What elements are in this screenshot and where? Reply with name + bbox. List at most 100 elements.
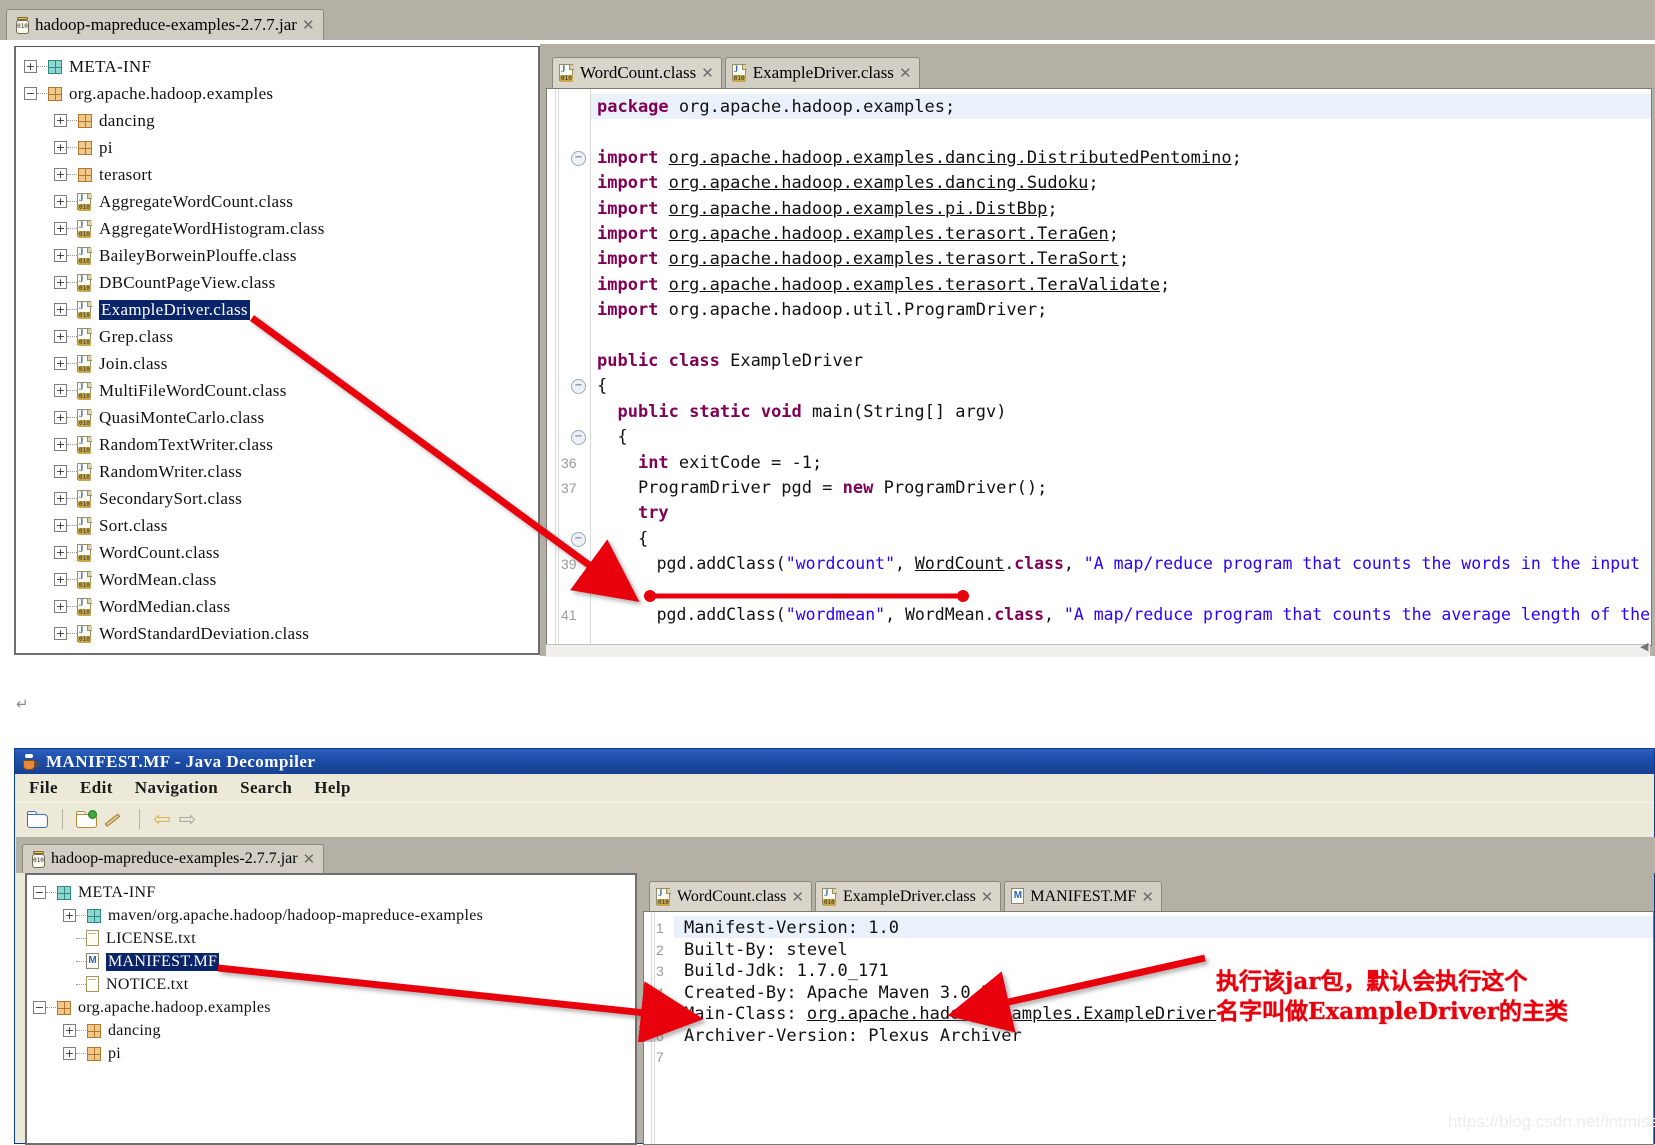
expand-icon[interactable]: + — [54, 249, 67, 262]
back-arrow-icon[interactable]: ⇦ — [153, 808, 171, 830]
expand-icon[interactable]: + — [54, 411, 67, 424]
expand-icon[interactable]: + — [54, 141, 67, 154]
menubar[interactable]: File Edit Navigation Search Help — [15, 774, 1654, 802]
tree-row[interactable]: NOTICE.txt — [33, 973, 633, 996]
close-icon[interactable]: ✕ — [1141, 888, 1154, 906]
expand-icon[interactable]: + — [54, 519, 67, 532]
tree-row[interactable]: + J 010 MultiFileWordCount.class — [24, 377, 536, 404]
open-jar-icon[interactable] — [76, 810, 98, 828]
editor-tab[interactable]: J 010 ExampleDriver.class ✕ — [724, 57, 920, 88]
expand-icon[interactable]: + — [54, 222, 67, 235]
tree-row[interactable]: − META-INF — [33, 881, 633, 904]
close-icon[interactable]: ✕ — [899, 64, 912, 82]
expand-icon[interactable]: + — [63, 909, 76, 922]
close-icon[interactable]: ✕ — [791, 888, 804, 906]
tree-row[interactable]: + dancing — [24, 107, 536, 134]
horizontal-scrollbar[interactable] — [546, 644, 1650, 657]
tree-row[interactable]: + J 010 QuasiMonteCarlo.class — [24, 404, 536, 431]
tree-row[interactable]: + J 010 DBCountPageView.class — [24, 269, 536, 296]
jar-tab-bottom[interactable]: 010 hadoop-mapreduce-examples-2.7.7.jar … — [22, 844, 325, 873]
collapse-icon[interactable]: − — [33, 1001, 46, 1014]
menu-help[interactable]: Help — [314, 778, 365, 798]
fold-toggle-icon[interactable]: − — [571, 430, 586, 446]
expand-icon[interactable]: + — [54, 330, 67, 343]
expand-icon[interactable]: + — [54, 573, 67, 586]
jar-tab[interactable]: 010 hadoop-mapreduce-examples-2.7.7.jar … — [6, 9, 324, 40]
editor-tab[interactable]: J 010 WordCount.class ✕ — [552, 57, 722, 88]
close-icon[interactable]: ✕ — [981, 888, 994, 906]
expand-icon[interactable]: + — [54, 384, 67, 397]
expand-icon[interactable]: + — [54, 195, 67, 208]
manifest-code-area[interactable]: 1 Manifest-Version: 1.0 2 Built-By: stevel 3… — [643, 911, 1654, 1145]
expand-icon[interactable]: + — [63, 1047, 76, 1060]
expand-icon[interactable]: + — [54, 600, 67, 613]
top-code-area[interactable]: package org.apache.hadoop.examples; − impo… — [546, 88, 1652, 646]
tree-item-label: NOTICE.txt — [106, 975, 189, 993]
tree-row[interactable]: − org.apache.hadoop.examples — [33, 996, 633, 1019]
tree-row[interactable]: + J 010 WordMean.class — [24, 566, 536, 593]
fold-toggle-icon[interactable]: − — [571, 379, 586, 395]
tree-row[interactable]: + J 010 SecondarySort.class — [24, 485, 536, 512]
expand-icon[interactable]: + — [54, 114, 67, 127]
tree-connector — [67, 282, 77, 283]
tree-row[interactable]: + J 010 RandomWriter.class — [24, 458, 536, 485]
scroll-right-arrow[interactable]: ◀ — [1640, 640, 1652, 653]
tree-row[interactable]: + J 010 Grep.class — [24, 323, 536, 350]
close-icon[interactable]: ✕ — [303, 850, 316, 868]
expand-icon[interactable]: + — [63, 1024, 76, 1037]
tree-row[interactable]: + J 010 BaileyBorweinPlouffe.class — [24, 242, 536, 269]
menu-search[interactable]: Search — [240, 778, 306, 798]
expand-icon[interactable]: + — [54, 357, 67, 370]
tree-row[interactable]: LICENSE.txt — [33, 927, 633, 950]
tree-row[interactable]: + dancing — [33, 1019, 633, 1042]
top-tree-panel[interactable]: + META-INF − org.apache.hadoop.examples + dan… — [14, 46, 540, 655]
expand-icon[interactable]: + — [54, 546, 67, 559]
tree-row[interactable]: + J 010 ExampleDriver.class — [24, 296, 536, 323]
tree-connector — [46, 1007, 56, 1008]
tree-row[interactable]: + J 010 Join.class — [24, 350, 536, 377]
editor-tab[interactable]: J 010 ExampleDriver.class ✕ — [814, 881, 1002, 911]
tree-row[interactable]: M MANIFEST.MF — [33, 950, 633, 973]
expand-icon[interactable]: + — [54, 627, 67, 640]
bottom-tree-panel[interactable]: − META-INF + maven/org.apache.hadoop/hadoop… — [25, 873, 637, 1145]
tree-row[interactable]: − org.apache.hadoop.examples — [24, 80, 536, 107]
expand-icon[interactable]: + — [54, 492, 67, 505]
tree-row[interactable]: + maven/org.apache.hadoop/hadoop-mapreduc… — [33, 904, 633, 927]
open-folder-icon[interactable] — [27, 810, 49, 828]
top-window: 010 hadoop-mapreduce-examples-2.7.7.jar … — [0, 0, 1655, 660]
editor-tab[interactable]: J 010 WordCount.class ✕ — [649, 881, 812, 911]
editor-tab[interactable]: M MANIFEST.MF ✕ — [1004, 881, 1162, 911]
expand-icon[interactable]: + — [24, 60, 37, 73]
tree-row[interactable]: + J 010 WordMedian.class — [24, 593, 536, 620]
tree-row[interactable]: + J 010 AggregateWordHistogram.class — [24, 215, 536, 242]
tree-connector — [67, 120, 77, 121]
tree-row[interactable]: + J 010 WordCount.class — [24, 539, 536, 566]
close-icon[interactable]: ✕ — [302, 16, 315, 34]
tree-row[interactable]: + pi — [33, 1042, 633, 1065]
tree-row[interactable]: + J 010 Sort.class — [24, 512, 536, 539]
close-icon[interactable]: ✕ — [701, 64, 714, 82]
tree-row[interactable]: + J 010 RandomTextWriter.class — [24, 431, 536, 458]
tree-item-label: MultiFileWordCount.class — [99, 380, 287, 400]
top-jar-tabstrip: 010 hadoop-mapreduce-examples-2.7.7.jar … — [0, 0, 1655, 40]
tree-row[interactable]: + J 010 WordStandardDeviation.class — [24, 620, 536, 647]
expand-icon[interactable]: + — [54, 465, 67, 478]
collapse-icon[interactable]: − — [24, 87, 37, 100]
expand-icon[interactable]: + — [54, 303, 67, 316]
menu-edit[interactable]: Edit — [80, 778, 127, 798]
tree-row[interactable]: + META-INF — [24, 53, 536, 80]
fold-toggle-icon[interactable]: − — [571, 150, 586, 166]
class-icon: J 010 — [77, 381, 93, 400]
collapse-icon[interactable]: − — [33, 886, 46, 899]
expand-icon[interactable]: + — [54, 276, 67, 289]
wand-icon[interactable] — [104, 810, 126, 828]
menu-file[interactable]: File — [29, 778, 72, 798]
expand-icon[interactable]: + — [54, 168, 67, 181]
tree-row[interactable]: + pi — [24, 134, 536, 161]
tree-row[interactable]: + J 010 AggregateWordCount.class — [24, 188, 536, 215]
forward-arrow-icon[interactable]: ⇨ — [179, 808, 197, 830]
fold-toggle-icon[interactable]: − — [571, 531, 586, 547]
expand-icon[interactable]: + — [54, 438, 67, 451]
menu-navigation[interactable]: Navigation — [135, 778, 232, 798]
tree-row[interactable]: + terasort — [24, 161, 536, 188]
